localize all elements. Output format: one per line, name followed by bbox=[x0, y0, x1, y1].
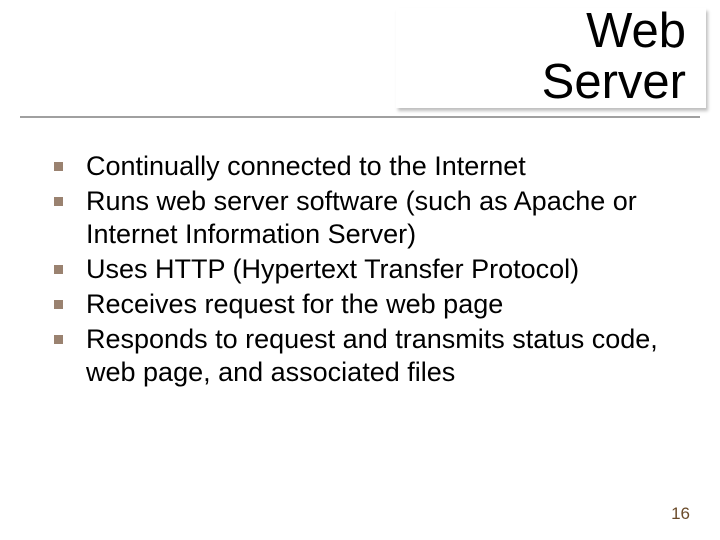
bullet-square-icon bbox=[54, 197, 63, 206]
bullet-list: Continually connected to the Internet Ru… bbox=[40, 150, 680, 389]
bullet-item: Responds to request and transmits status… bbox=[40, 323, 680, 389]
content-area: Continually connected to the Internet Ru… bbox=[40, 150, 680, 391]
bullet-square-icon bbox=[54, 300, 63, 309]
bullet-text: Responds to request and transmits status… bbox=[86, 324, 658, 387]
page-number: 16 bbox=[671, 504, 690, 524]
slide: Web Server Continually connected to the … bbox=[0, 0, 720, 540]
bullet-text: Continually connected to the Internet bbox=[86, 151, 526, 181]
bullet-text: Runs web server software (such as Apache… bbox=[86, 186, 637, 249]
bullet-text: Receives request for the web page bbox=[86, 289, 503, 319]
title-line-2: Server bbox=[542, 57, 686, 108]
bullet-item: Runs web server software (such as Apache… bbox=[40, 185, 680, 251]
bullet-item: Receives request for the web page bbox=[40, 288, 680, 321]
bullet-item: Uses HTTP (Hypertext Transfer Protocol) bbox=[40, 253, 680, 286]
bullet-square-icon bbox=[54, 335, 63, 344]
bullet-square-icon bbox=[54, 162, 63, 171]
bullet-square-icon bbox=[54, 265, 63, 274]
bullet-text: Uses HTTP (Hypertext Transfer Protocol) bbox=[86, 254, 579, 284]
title-underline bbox=[20, 116, 700, 118]
title-line-1: Web bbox=[542, 6, 686, 57]
slide-title: Web Server bbox=[542, 6, 686, 109]
bullet-item: Continually connected to the Internet bbox=[40, 150, 680, 183]
